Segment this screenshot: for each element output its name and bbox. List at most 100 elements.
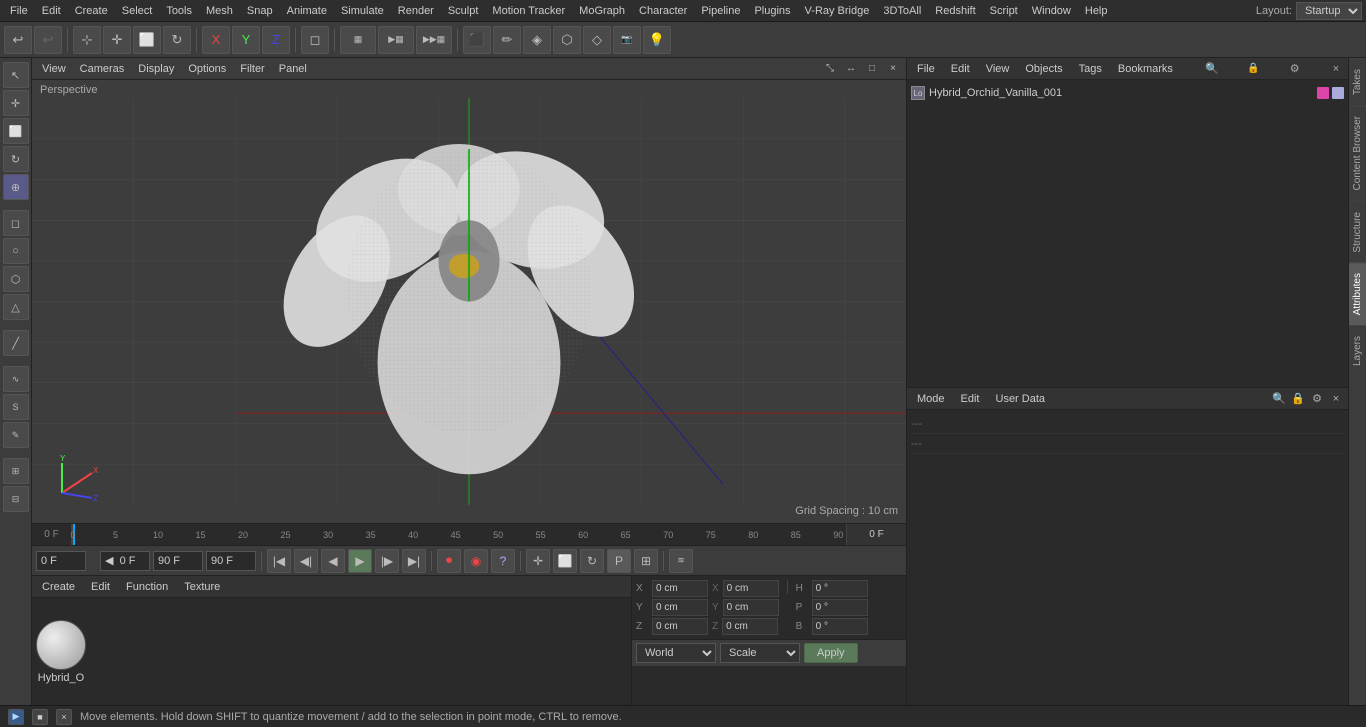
total-frames-input[interactable] xyxy=(206,551,256,571)
key-mode-button[interactable]: ✛ xyxy=(526,549,550,573)
axis-z-button[interactable]: Z xyxy=(262,26,290,54)
vp-icon-close[interactable]: × xyxy=(884,60,902,78)
menu-edit[interactable]: Edit xyxy=(36,3,67,19)
vp-icon-maximize[interactable]: □ xyxy=(863,60,881,78)
help-button[interactable]: ? xyxy=(491,549,515,573)
x-pos-input[interactable] xyxy=(652,580,708,597)
viewport[interactable]: Perspective Grid Spacing : 10 cm X Y Z xyxy=(32,80,906,523)
step-forward-button[interactable]: |▶ xyxy=(375,549,399,573)
material-item[interactable]: Hybrid_O xyxy=(36,620,86,684)
obj-menu-bookmarks[interactable]: Bookmarks xyxy=(1112,61,1179,77)
menu-vray[interactable]: V-Ray Bridge xyxy=(799,3,876,19)
vp-menu-filter[interactable]: Filter xyxy=(234,61,270,77)
apply-button[interactable]: Apply xyxy=(804,643,858,663)
tool-paint[interactable]: ✎ xyxy=(3,422,29,448)
tab-attributes[interactable]: Attributes xyxy=(1349,262,1366,325)
goto-start-button[interactable]: |◀ xyxy=(267,549,291,573)
mat-menu-edit[interactable]: Edit xyxy=(85,579,116,595)
tool-grid[interactable]: ⊞ xyxy=(3,458,29,484)
deform-button[interactable]: ⬡ xyxy=(553,26,581,54)
menu-tools[interactable]: Tools xyxy=(160,3,198,19)
play-forward-button[interactable]: ▶ xyxy=(348,549,372,573)
select-tool-button[interactable]: ⊹ xyxy=(73,26,101,54)
obj-settings-icon[interactable]: ⚙ xyxy=(1287,61,1303,77)
render-all-button[interactable]: ▶▶▦ xyxy=(416,26,452,54)
tool-curve[interactable]: ∿ xyxy=(3,366,29,392)
status-icon-cross[interactable]: × xyxy=(56,709,72,725)
play-back-button[interactable]: ◀ xyxy=(321,549,345,573)
axis-y-button[interactable]: Y xyxy=(232,26,260,54)
menu-file[interactable]: File xyxy=(4,3,34,19)
render-active-button[interactable]: ▶▦ xyxy=(378,26,414,54)
start-frame-input[interactable] xyxy=(36,551,86,571)
menu-help[interactable]: Help xyxy=(1079,3,1114,19)
y-pos-input2[interactable] xyxy=(723,599,779,616)
attr-settings-icon[interactable]: ⚙ xyxy=(1309,391,1325,407)
mat-menu-texture[interactable]: Texture xyxy=(178,579,226,595)
attr-search-icon[interactable]: 🔍 xyxy=(1271,391,1287,407)
tool-transform[interactable]: ⊕ xyxy=(3,174,29,200)
h-input[interactable] xyxy=(812,580,868,597)
p-input[interactable] xyxy=(812,599,868,616)
x-pos-input2[interactable] xyxy=(723,580,779,597)
attr-menu-edit[interactable]: Edit xyxy=(955,391,986,407)
curve-button[interactable]: ✏ xyxy=(493,26,521,54)
vp-menu-cameras[interactable]: Cameras xyxy=(74,61,131,77)
mat-menu-create[interactable]: Create xyxy=(36,579,81,595)
scene-button[interactable]: ◇ xyxy=(583,26,611,54)
vp-menu-options[interactable]: Options xyxy=(182,61,232,77)
motion-mode-button[interactable]: ⬜ xyxy=(553,549,577,573)
attr-menu-userdata[interactable]: User Data xyxy=(990,391,1052,407)
render-region-button[interactable]: ▦ xyxy=(340,26,376,54)
world-dropdown[interactable]: World xyxy=(636,643,716,663)
tab-structure[interactable]: Structure xyxy=(1349,201,1366,263)
vp-menu-view[interactable]: View xyxy=(36,61,72,77)
camera-button[interactable]: 📷 xyxy=(613,26,641,54)
ik-mode-button[interactable]: ↻ xyxy=(580,549,604,573)
redo-button[interactable]: ↩ xyxy=(34,26,62,54)
menu-script[interactable]: Script xyxy=(984,3,1024,19)
tool-cylinder[interactable]: ⬡ xyxy=(3,266,29,292)
obj-menu-tags[interactable]: Tags xyxy=(1073,61,1108,77)
status-icon-stop[interactable]: ■ xyxy=(32,709,48,725)
layout-select[interactable]: Startup xyxy=(1296,2,1362,20)
cube-button[interactable]: ⬛ xyxy=(463,26,491,54)
vp-menu-panel[interactable]: Panel xyxy=(273,61,313,77)
tab-takes[interactable]: Takes xyxy=(1349,58,1366,105)
fcurve-button[interactable]: ≋ xyxy=(669,549,693,573)
menu-sculpt[interactable]: Sculpt xyxy=(442,3,485,19)
obj-search-icon[interactable]: 🔍 xyxy=(1204,61,1220,77)
b-input[interactable] xyxy=(812,618,868,635)
obj-menu-edit[interactable]: Edit xyxy=(945,61,976,77)
auto-key-button[interactable]: ◉ xyxy=(464,549,488,573)
menu-character[interactable]: Character xyxy=(633,3,693,19)
menu-snap[interactable]: Snap xyxy=(241,3,279,19)
attr-lock-icon[interactable]: 🔒 xyxy=(1290,391,1306,407)
z-pos-input2[interactable] xyxy=(722,618,778,635)
tab-layers[interactable]: Layers xyxy=(1349,325,1366,376)
tool-line[interactable]: ╱ xyxy=(3,330,29,356)
menu-motion-tracker[interactable]: Motion Tracker xyxy=(486,3,571,19)
scale-dropdown[interactable]: Scale xyxy=(720,643,800,663)
menu-window[interactable]: Window xyxy=(1026,3,1077,19)
menu-create[interactable]: Create xyxy=(69,3,114,19)
tool-smooth[interactable]: S xyxy=(3,394,29,420)
goto-end-button[interactable]: ▶| xyxy=(402,549,426,573)
subdiv-button[interactable]: ◈ xyxy=(523,26,551,54)
tool-box[interactable]: ◻ xyxy=(3,210,29,236)
tool-scale[interactable]: ⬜ xyxy=(3,118,29,144)
obj-menu-objects[interactable]: Objects xyxy=(1019,61,1068,77)
tool-rotate[interactable]: ↻ xyxy=(3,146,29,172)
z-pos-input[interactable] xyxy=(652,618,708,635)
light-button[interactable]: 💡 xyxy=(643,26,671,54)
obj-menu-file[interactable]: File xyxy=(911,61,941,77)
attr-close-icon[interactable]: × xyxy=(1328,391,1344,407)
grid-button[interactable]: ⊞ xyxy=(634,549,658,573)
menu-redshift[interactable]: Redshift xyxy=(929,3,981,19)
end-frame-input[interactable] xyxy=(153,551,203,571)
step-back-button[interactable]: ◀| xyxy=(294,549,318,573)
tab-content-browser[interactable]: Content Browser xyxy=(1349,105,1366,200)
menu-select[interactable]: Select xyxy=(116,3,159,19)
menu-pipeline[interactable]: Pipeline xyxy=(695,3,746,19)
record-button[interactable]: ⏺ xyxy=(437,549,461,573)
